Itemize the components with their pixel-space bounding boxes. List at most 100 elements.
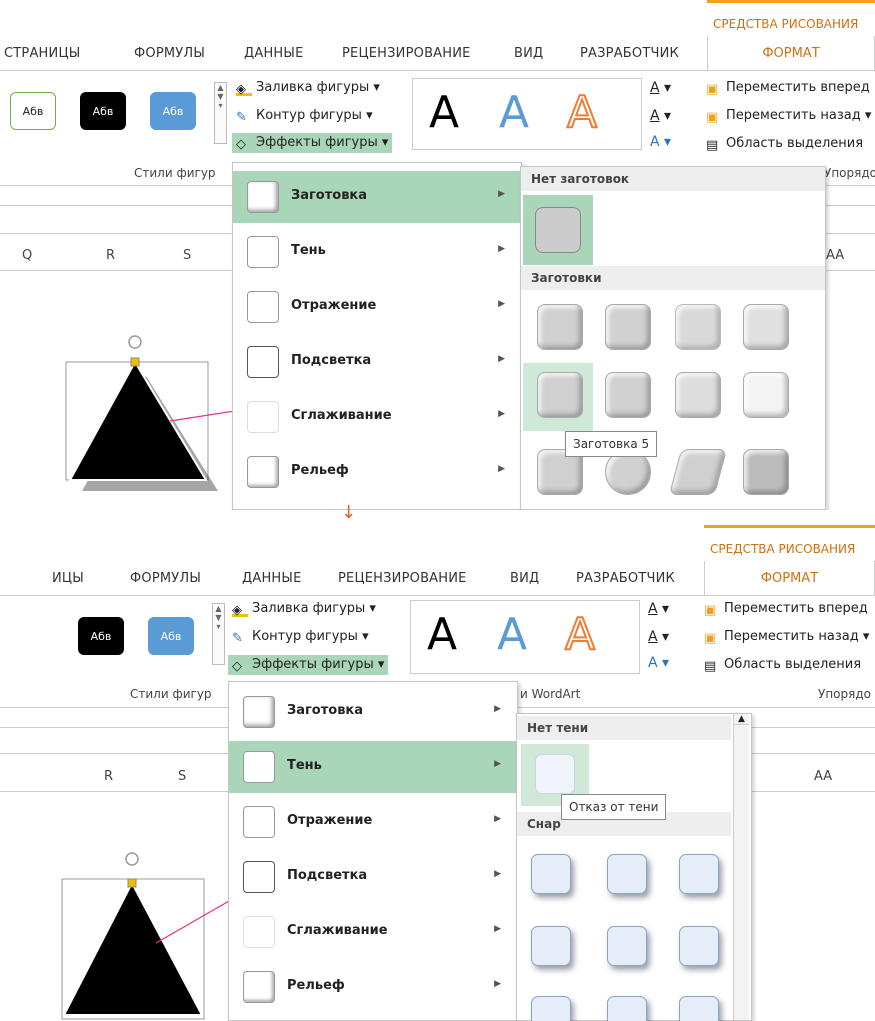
menu-item-bevel[interactable]: Рельеф ▶ — [233, 446, 521, 498]
preset-swatch-5[interactable] — [537, 372, 583, 418]
preset-swatch-7[interactable] — [675, 372, 721, 418]
shadow-swatch-1[interactable] — [531, 854, 571, 894]
preset-swatch-1[interactable] — [537, 304, 583, 350]
selection-pane-button[interactable]: ▤ Область выделения — [706, 136, 863, 153]
shadow-swatch-5[interactable] — [607, 926, 647, 966]
bring-forward-label: Переместить вперед — [726, 80, 870, 95]
shape-effects-button[interactable]: ◇ Эффекты фигуры ▾ — [228, 655, 389, 675]
column-aa[interactable]: AA — [814, 769, 832, 784]
chevron-right-icon: ▶ — [498, 409, 505, 419]
styles-scroll[interactable]: ▲ ▼ ▾ — [214, 82, 227, 144]
tab-review[interactable]: РЕЦЕНЗИРОВАНИЕ — [338, 571, 467, 586]
shape-outline-button[interactable]: ✎ Контур фигуры ▾ — [236, 108, 373, 125]
shadow-swatch-7[interactable] — [531, 996, 571, 1021]
style-preset-black[interactable]: Абв — [78, 617, 124, 655]
preset-swatch-12[interactable] — [743, 449, 789, 495]
tab-format[interactable]: ФОРМАТ — [707, 36, 875, 70]
preset-swatch-4[interactable] — [743, 304, 789, 350]
preset-swatch-8[interactable] — [743, 372, 789, 418]
tab-developer[interactable]: РАЗРАБОТЧИК — [576, 571, 675, 586]
style-preset-blue[interactable]: Абв — [148, 617, 194, 655]
no-preset-swatch[interactable] — [535, 207, 581, 253]
no-shadow-swatch[interactable] — [535, 754, 575, 794]
menu-item-bevel[interactable]: Рельеф ▶ — [229, 961, 517, 1013]
text-fill-button[interactable]: A ▾ — [650, 80, 671, 96]
chevron-right-icon: ▶ — [498, 299, 505, 309]
tab-view[interactable]: ВИД — [514, 46, 543, 61]
column-aa[interactable]: AA — [826, 248, 844, 263]
wordart-gallery[interactable]: A A A — [412, 78, 642, 150]
preset-swatch-2[interactable] — [605, 304, 651, 350]
style-preset-blue[interactable]: Абв — [150, 92, 196, 130]
text-effects-button[interactable]: A ▾ — [650, 134, 671, 150]
wordart-orange-outline[interactable]: A — [564, 608, 596, 661]
shape-outline-button[interactable]: ✎ Контур фигуры ▾ — [232, 629, 369, 646]
wordart-black[interactable]: A — [427, 609, 457, 660]
send-backward-button[interactable]: ▣ Переместить назад ▾ — [704, 629, 869, 646]
text-outline-button[interactable]: A ▾ — [650, 108, 671, 124]
menu-item-shadow[interactable]: Тень ▶ — [233, 226, 521, 278]
preset-swatch-11[interactable] — [668, 449, 728, 495]
tab-format[interactable]: ФОРМАТ — [704, 561, 875, 595]
bring-forward-button[interactable]: ▣ Переместить вперед — [706, 80, 870, 97]
column-r[interactable]: R — [106, 248, 115, 263]
triangle-shape[interactable] — [62, 880, 204, 1016]
triangle-shape[interactable] — [68, 359, 208, 481]
wordart-black[interactable]: A — [429, 87, 459, 138]
menu-item-reflection[interactable]: Отражение ▶ — [233, 281, 521, 333]
tab-data[interactable]: ДАННЫЕ — [242, 571, 301, 586]
menu-item-soft-edges[interactable]: Сглаживание ▶ — [229, 906, 517, 958]
column-q[interactable]: Q — [22, 248, 32, 263]
text-outline-button[interactable]: A ▾ — [648, 629, 669, 645]
column-s[interactable]: S — [183, 248, 191, 263]
tab-developer[interactable]: РАЗРАБОТЧИК — [580, 46, 679, 61]
adjust-handle[interactable] — [127, 878, 137, 888]
wordart-blue[interactable]: A — [497, 609, 527, 660]
wordart-blue[interactable]: A — [499, 87, 529, 138]
shadow-swatch-9[interactable] — [679, 996, 719, 1021]
tab-formulas[interactable]: ФОРМУЛЫ — [130, 571, 201, 586]
tab-formulas[interactable]: ФОРМУЛЫ — [134, 46, 205, 61]
tab-view[interactable]: ВИД — [510, 571, 539, 586]
shadow-swatch-2[interactable] — [607, 854, 647, 894]
column-s[interactable]: S — [178, 769, 186, 784]
rotate-handle-icon[interactable] — [125, 852, 139, 866]
menu-item-shadow-label: Тень — [291, 243, 326, 258]
menu-item-reflection[interactable]: Отражение ▶ — [229, 796, 517, 848]
styles-scroll[interactable]: ▲ ▼ ▾ — [212, 603, 225, 665]
shadow-swatch-3[interactable] — [679, 854, 719, 894]
step1-panel: СРЕДСТВА РИСОВАНИЯ СТРАНИЦЫ ФОРМУЛЫ ДАНН… — [0, 0, 875, 510]
style-preset-black[interactable]: Абв — [80, 92, 126, 130]
shape-effects-button[interactable]: ◇ Эффекты фигуры ▾ — [232, 133, 393, 153]
tab-data[interactable]: ДАННЫЕ — [244, 46, 303, 61]
shadow-swatch-4[interactable] — [531, 926, 571, 966]
tab-pages[interactable]: СТРАНИЦЫ — [4, 46, 80, 61]
selection-pane-button[interactable]: ▤ Область выделения — [704, 657, 861, 674]
send-backward-button[interactable]: ▣ Переместить назад ▾ — [706, 108, 871, 125]
preset-swatch-3[interactable] — [675, 304, 721, 350]
menu-item-soft-edges[interactable]: Сглаживание ▶ — [233, 391, 521, 443]
wordart-gallery[interactable]: A A A — [410, 600, 640, 674]
text-fill-button[interactable]: A ▾ — [648, 601, 669, 617]
menu-item-preset[interactable]: Заготовка ▶ — [233, 171, 521, 223]
menu-item-preset[interactable]: Заготовка ▶ — [229, 686, 517, 738]
tab-pages[interactable]: ИЦЫ — [52, 571, 84, 586]
shadow-swatch-8[interactable] — [607, 996, 647, 1021]
preset-swatch-6[interactable] — [605, 372, 651, 418]
menu-item-glow[interactable]: Подсветка ▶ — [233, 336, 521, 388]
bring-forward-button[interactable]: ▣ Переместить вперед — [704, 601, 868, 618]
shape-fill-button[interactable]: ◈ Заливка фигуры ▾ — [236, 80, 380, 97]
wordart-orange-outline[interactable]: A — [566, 86, 598, 139]
menu-item-shadow[interactable]: Тень ▶ — [229, 741, 517, 793]
adjust-handle[interactable] — [130, 357, 140, 367]
gallery-scrollbar[interactable]: ▲ — [733, 714, 749, 1020]
text-effects-button[interactable]: A ▾ — [648, 655, 669, 671]
tab-review[interactable]: РЕЦЕНЗИРОВАНИЕ — [342, 46, 471, 61]
menu-item-glow[interactable]: Подсветка ▶ — [229, 851, 517, 903]
column-r[interactable]: R — [104, 769, 113, 784]
shadow-swatch-6[interactable] — [679, 926, 719, 966]
rotate-handle-icon[interactable] — [128, 335, 142, 349]
style-preset-white[interactable]: Абв — [10, 92, 56, 130]
shape-fill-button[interactable]: ◈ Заливка фигуры ▾ — [232, 601, 376, 618]
scroll-up-icon[interactable]: ▲ — [734, 714, 749, 725]
